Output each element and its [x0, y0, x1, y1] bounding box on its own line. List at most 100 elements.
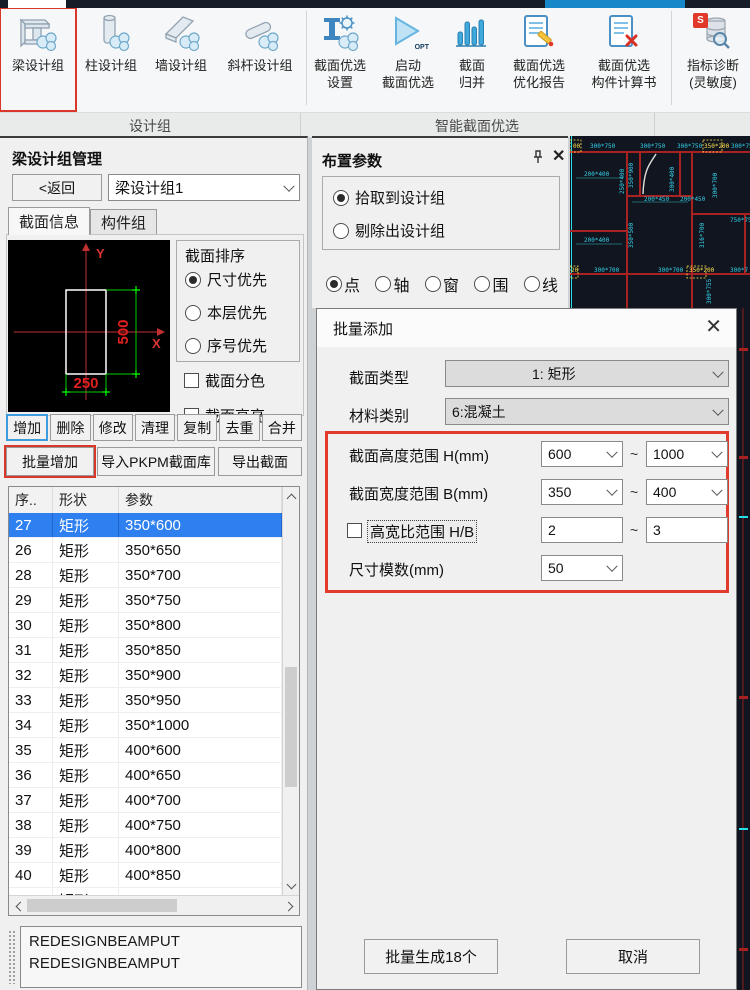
table-row[interactable]: 35矩形400*600 [9, 738, 282, 763]
opt-badge: OPT [415, 44, 429, 51]
scroll-down-icon[interactable] [286, 881, 296, 891]
action-button[interactable]: 清理 [135, 414, 175, 441]
range-to-input[interactable]: 1000 [646, 441, 728, 467]
ribbon-button-beam-group[interactable]: 梁设计组 [0, 8, 76, 111]
batch-button[interactable]: 导出截面 [218, 447, 302, 476]
cad-label: 316*700 [699, 222, 706, 248]
range-to-input[interactable]: 3 [646, 517, 728, 543]
pick-option[interactable]: 剔除出设计组 [333, 220, 445, 241]
cell-seq: 36 [9, 763, 53, 787]
action-button[interactable]: 删除 [50, 414, 90, 441]
ribbon-button-wall-group[interactable]: 墙设计组 [146, 8, 216, 111]
mode-option[interactable]: 围 [474, 272, 508, 296]
ribbon-button-section-opt-settings[interactable]: 截面优选设置 [309, 8, 371, 111]
sort-options: 尺寸优先本层优先序号优先 [185, 269, 267, 356]
close-icon[interactable]: ✕ [705, 314, 722, 339]
cad-label: 250*400 [619, 168, 626, 194]
mode-option[interactable]: 线 [524, 272, 558, 296]
sort-option[interactable]: 序号优先 [185, 335, 267, 356]
table-row[interactable]: 38矩形400*750 [9, 813, 282, 838]
splitter-handle[interactable] [8, 930, 17, 984]
range-to-input[interactable]: 400 [646, 479, 728, 505]
cell-param: 400*750 [119, 813, 282, 837]
chevron-down-icon [283, 180, 294, 191]
cell-shape: 矩形 [53, 788, 119, 812]
table-row[interactable]: 40矩形400*850 [9, 863, 282, 888]
display-checkbox[interactable]: 截面分色 [184, 370, 265, 391]
select-mode-options: 点轴窗围 线 [326, 272, 558, 296]
mode-option[interactable]: 点 [326, 272, 360, 296]
range-from-input[interactable]: 350 [541, 479, 623, 505]
table-row[interactable]: 27矩形350*600 [9, 513, 282, 538]
radio-label: 拾取到设计组 [355, 187, 445, 208]
table-row[interactable]: 29矩形350*750 [9, 588, 282, 613]
scroll-up-icon[interactable] [286, 491, 296, 501]
column-header[interactable]: 序.. [9, 487, 53, 513]
cad-label: 200*450 [680, 196, 706, 203]
scrollbar-thumb[interactable] [285, 667, 297, 787]
cad-viewport-edge[interactable] [737, 308, 750, 990]
ribbon-button-index-diagnosis[interactable]: S指标诊断(灵敏度) [674, 8, 750, 111]
table-row[interactable]: 30矩形350*800 [9, 613, 282, 638]
action-button[interactable]: 复制 [177, 414, 217, 441]
action-button[interactable]: 修改 [93, 414, 133, 441]
sort-option[interactable]: 尺寸优先 [185, 269, 267, 290]
scrollbar-thumb[interactable] [27, 899, 177, 912]
table-row[interactable]: 34矩形350*1000 [9, 713, 282, 738]
table-row[interactable]: 36矩形400*650 [9, 763, 282, 788]
range-from-input[interactable]: 50 [541, 555, 623, 581]
ribbon-button-section-merge[interactable]: 截面归并 [445, 8, 499, 111]
vertical-scrollbar[interactable] [282, 487, 299, 895]
table-row[interactable]: 37矩形400*700 [9, 788, 282, 813]
column-header[interactable]: 形状 [53, 487, 119, 513]
sort-option[interactable]: 本层优先 [185, 302, 267, 323]
action-button[interactable]: 去重 [219, 414, 259, 441]
scroll-left-icon[interactable] [13, 901, 23, 911]
radio-label: 线 [542, 272, 558, 296]
mode-option[interactable]: 窗 [425, 272, 459, 296]
cell-shape: 矩形 [53, 588, 119, 612]
range-from-input[interactable]: 600 [541, 441, 623, 467]
ratio-checkbox[interactable] [347, 523, 362, 538]
table-row[interactable]: 32矩形350*900 [9, 663, 282, 688]
material-type-select[interactable]: 6:混凝土 [445, 398, 729, 425]
design-group-select[interactable]: 梁设计组1 [108, 174, 300, 201]
pin-icon[interactable] [530, 149, 546, 165]
ribbon-button-label: 柱设计组 [85, 57, 137, 74]
action-button[interactable]: 合并 [262, 414, 302, 441]
ribbon-button-member-calcbook[interactable]: 截面优选构件计算书 [579, 8, 669, 111]
section-preview-canvas: Y X 500 250 [8, 240, 170, 412]
table-row[interactable]: 33矩形350*950 [9, 688, 282, 713]
table-row[interactable]: 39矩形400*800 [9, 838, 282, 863]
close-icon[interactable]: ✕ [552, 146, 565, 166]
ribbon-button-brace-group[interactable]: 斜杆设计组 [216, 8, 304, 111]
ribbon-button-start-opt[interactable]: OPT启动截面优选 [371, 8, 445, 111]
table-row[interactable]: 26矩形350*650 [9, 538, 282, 563]
tab-member-group[interactable]: 构件组 [90, 209, 157, 235]
back-button[interactable]: <返回 [12, 174, 102, 201]
pick-option[interactable]: 拾取到设计组 [333, 187, 445, 208]
ribbon-button-column-group[interactable]: 柱设计组 [76, 8, 146, 111]
table-row[interactable]: 31矩形350*850 [9, 638, 282, 663]
dialog-titlebar[interactable]: 批量添加 ✕ [317, 309, 736, 347]
batch-button[interactable]: 批量增加 [6, 447, 94, 476]
cell-shape: 矩形 [53, 538, 119, 562]
mode-option[interactable]: 轴 [375, 272, 409, 296]
horizontal-scrollbar[interactable] [9, 895, 299, 915]
cell-seq: 35 [9, 738, 53, 762]
batch-generate-button[interactable]: 批量生成18个 [364, 939, 498, 974]
action-button[interactable]: 增加 [6, 414, 48, 441]
dim-height-label: 500 [115, 319, 132, 344]
value-text: 400 [653, 484, 676, 500]
tab-section-info[interactable]: 截面信息 [8, 207, 90, 235]
batch-button[interactable]: 导入PKPM截面库 [97, 447, 215, 476]
section-type-select[interactable]: 1: 矩形 [445, 360, 729, 387]
cancel-button[interactable]: 取消 [566, 939, 700, 974]
table-row[interactable]: 28矩形350*700 [9, 563, 282, 588]
cad-label: 350*900 [628, 162, 635, 188]
column-header[interactable]: 参数 [119, 487, 282, 513]
cad-viewport[interactable]: 00300*750300*750300*750350*200300*75200*… [570, 136, 750, 308]
ribbon-button-opt-report[interactable]: 截面优选优化报告 [499, 8, 579, 111]
scroll-right-icon[interactable] [285, 901, 295, 911]
range-from-input[interactable]: 2 [541, 517, 623, 543]
